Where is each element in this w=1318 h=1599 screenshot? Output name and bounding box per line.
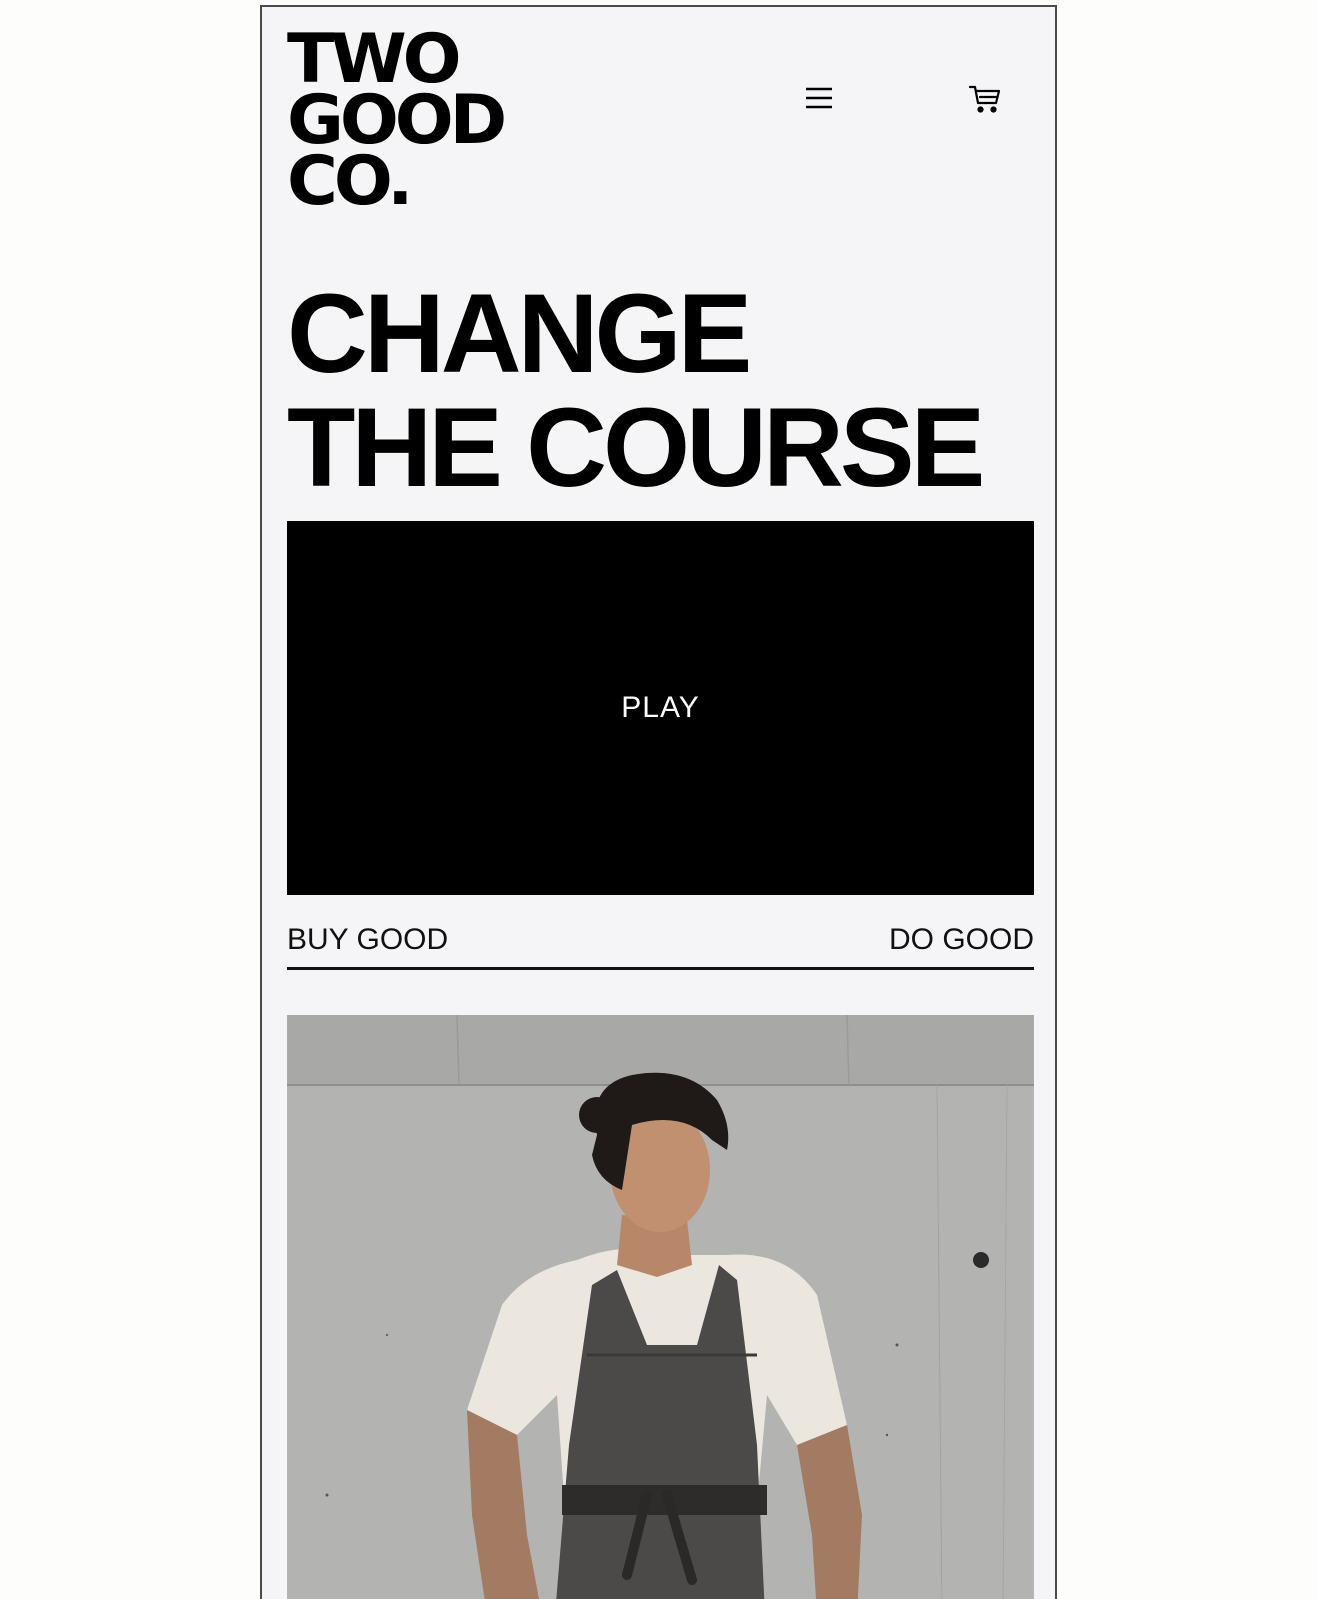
hamburger-menu-icon[interactable] bbox=[804, 85, 834, 111]
play-button[interactable]: PLAY bbox=[287, 691, 1034, 725]
hero-photo bbox=[287, 1015, 1034, 1599]
tab-bar: BUY GOOD DO GOOD bbox=[287, 923, 1034, 970]
logo-line: CO. bbox=[287, 142, 414, 221]
tab-do-good[interactable]: DO GOOD bbox=[889, 923, 1034, 957]
tab-buy-good[interactable]: BUY GOOD bbox=[287, 923, 448, 957]
cart-icon[interactable] bbox=[968, 83, 1002, 115]
hero-headline: CHANGE THE COURSE bbox=[287, 271, 985, 510]
video-player[interactable]: PLAY bbox=[287, 521, 1034, 895]
headline-line: THE COURSE bbox=[287, 385, 985, 510]
brand-logo[interactable]: TWO GOOD CO. bbox=[287, 26, 507, 221]
phone-frame: TWO GOOD CO. CHANGE THE COURSE PLAY BUY … bbox=[260, 5, 1057, 1599]
headline-line: CHANGE bbox=[287, 271, 752, 396]
